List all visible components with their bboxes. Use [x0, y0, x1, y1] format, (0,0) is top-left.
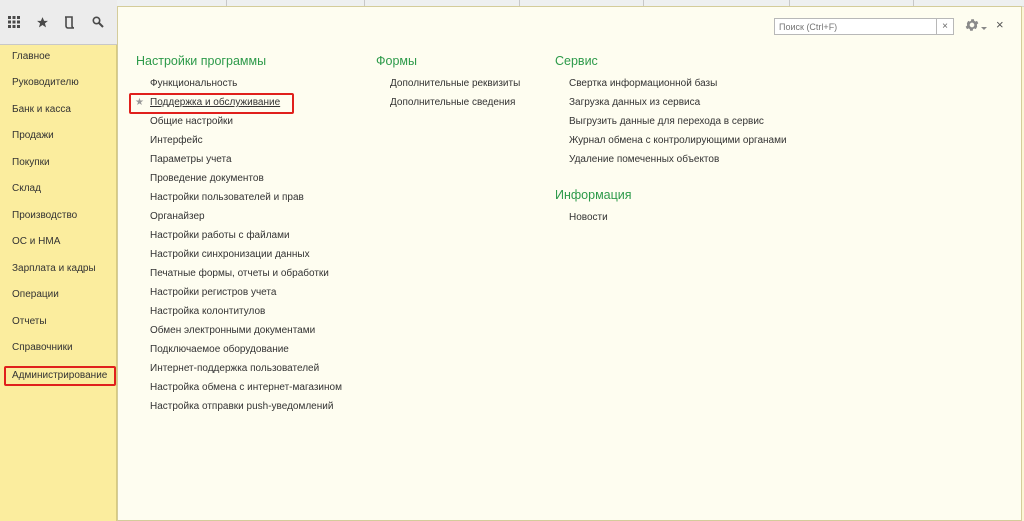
section-title-settings: Настройки программы — [136, 54, 267, 68]
section-title-forms: Формы — [376, 54, 417, 68]
link-delete-marked[interactable]: Удаление помеченных объектов — [569, 153, 719, 167]
link-equipment[interactable]: Подключаемое оборудование — [150, 343, 289, 357]
sections-sidebar: Главное Руководителю Банк и касса Продаж… — [0, 45, 117, 521]
link-authorities-exchange-log[interactable]: Журнал обмена с контролирующими органами — [569, 134, 787, 148]
link-sync-settings[interactable]: Настройки синхронизации данных — [150, 248, 310, 262]
link-functionality[interactable]: Функциональность — [150, 77, 237, 91]
link-load-from-service[interactable]: Загрузка данных из сервиса — [569, 96, 700, 110]
sidebar-item-warehouse[interactable]: Склад — [6, 179, 47, 199]
link-additional-attributes[interactable]: Дополнительные реквизиты — [390, 77, 520, 91]
link-file-settings[interactable]: Настройки работы с файлами — [150, 229, 290, 243]
link-interface[interactable]: Интерфейс — [150, 134, 203, 148]
sidebar-item-reports[interactable]: Отчеты — [6, 312, 53, 332]
history-icon[interactable] — [56, 0, 84, 44]
link-accounting-params[interactable]: Параметры учета — [150, 153, 232, 167]
search-clear-button[interactable]: × — [936, 19, 953, 34]
link-export-to-service[interactable]: Выгрузить данные для перехода в сервис — [569, 115, 764, 129]
sidebar-item-main[interactable]: Главное — [6, 47, 56, 67]
sidebar-item-directories[interactable]: Справочники — [6, 338, 79, 358]
section-title-service: Сервис — [555, 54, 598, 68]
sidebar-item-bank[interactable]: Банк и касса — [6, 100, 77, 120]
link-additional-info[interactable]: Дополнительные сведения — [390, 96, 515, 110]
link-document-posting[interactable]: Проведение документов — [150, 172, 264, 186]
search-input[interactable] — [775, 19, 939, 34]
link-headers-footers[interactable]: Настройка колонтитулов — [150, 305, 265, 319]
link-users-rights[interactable]: Настройки пользователей и прав — [150, 191, 304, 205]
link-general-settings[interactable]: Общие настройки — [150, 115, 233, 129]
sidebar-item-sales[interactable]: Продажи — [6, 126, 60, 146]
top-toolbar — [0, 0, 118, 45]
link-news[interactable]: Новости — [569, 211, 608, 225]
administration-panel: × × Настройки программы Функциональность… — [117, 6, 1022, 521]
gear-icon[interactable] — [964, 17, 980, 36]
star-icon[interactable]: ★ — [135, 97, 144, 108]
search-field: × — [774, 18, 954, 35]
link-db-rollup[interactable]: Свертка информационной базы — [569, 77, 717, 91]
sidebar-item-fixed-assets[interactable]: ОС и НМА — [6, 232, 66, 252]
apps-grid-icon[interactable] — [0, 0, 28, 44]
section-title-info: Информация — [555, 188, 632, 202]
sidebar-item-payroll[interactable]: Зарплата и кадры — [6, 259, 102, 279]
link-print-forms[interactable]: Печатные формы, отчеты и обработки — [150, 267, 329, 281]
sidebar-item-operations[interactable]: Операции — [6, 285, 65, 305]
star-icon[interactable] — [28, 0, 56, 44]
close-icon[interactable]: × — [996, 17, 1004, 32]
link-edi[interactable]: Обмен электронными документами — [150, 324, 315, 338]
link-webshop-exchange[interactable]: Настройка обмена с интернет-магазином — [150, 381, 342, 395]
link-internet-support[interactable]: Интернет-поддержка пользователей — [150, 362, 319, 376]
link-support-maintenance[interactable]: Поддержка и обслуживание — [150, 96, 280, 110]
sidebar-item-purchases[interactable]: Покупки — [6, 153, 56, 173]
link-organizer[interactable]: Органайзер — [150, 210, 205, 224]
sidebar-item-administration[interactable]: Администрирование — [4, 366, 116, 386]
link-registers[interactable]: Настройки регистров учета — [150, 286, 276, 300]
search-icon[interactable] — [84, 0, 112, 44]
link-push-notifications[interactable]: Настройка отправки push-уведомлений — [150, 400, 333, 414]
chevron-down-icon[interactable] — [981, 27, 987, 30]
sidebar-item-production[interactable]: Производство — [6, 206, 83, 226]
sidebar-item-manager[interactable]: Руководителю — [6, 73, 85, 93]
